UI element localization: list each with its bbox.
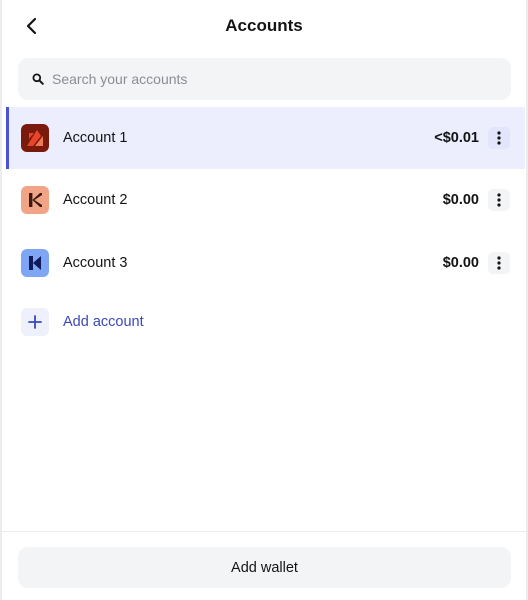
account-balance: $0.00 xyxy=(442,255,479,271)
account-balance: $0.00 xyxy=(442,192,479,208)
more-vertical-icon xyxy=(497,193,501,207)
account-3-logo xyxy=(21,249,49,277)
account-row-3[interactable]: Account 3 $0.00 xyxy=(6,232,525,294)
search-input[interactable] xyxy=(52,71,472,87)
account-3-more-button[interactable] xyxy=(488,252,510,274)
account-1-logo xyxy=(21,124,49,152)
account-3-logo-icon xyxy=(29,256,41,270)
more-vertical-icon xyxy=(497,131,501,145)
account-name: Account 3 xyxy=(63,255,128,271)
account-2-logo-icon xyxy=(29,193,42,207)
account-name: Account 2 xyxy=(63,192,128,208)
page-title: Accounts xyxy=(225,16,303,35)
account-2-more-button[interactable] xyxy=(488,189,510,211)
add-account-label: Add account xyxy=(63,314,144,330)
search-bar[interactable] xyxy=(18,58,511,100)
add-wallet-label: Add wallet xyxy=(231,559,298,576)
header: Accounts xyxy=(0,0,528,52)
more-vertical-icon xyxy=(497,256,501,270)
search-icon xyxy=(32,73,44,85)
add-wallet-button[interactable]: Add wallet xyxy=(18,547,511,588)
account-balance: <$0.01 xyxy=(434,130,479,146)
account-2-logo xyxy=(21,186,49,214)
account-1-logo-icon xyxy=(27,130,43,146)
add-account-button[interactable]: Add account xyxy=(21,308,144,336)
account-row-2[interactable]: Account 2 $0.00 xyxy=(6,169,525,231)
account-name: Account 1 xyxy=(63,130,128,146)
account-row-1[interactable]: Account 1 <$0.01 xyxy=(6,107,525,169)
plus-icon xyxy=(21,308,49,336)
account-1-more-button[interactable] xyxy=(488,127,510,149)
footer-divider xyxy=(0,531,528,532)
